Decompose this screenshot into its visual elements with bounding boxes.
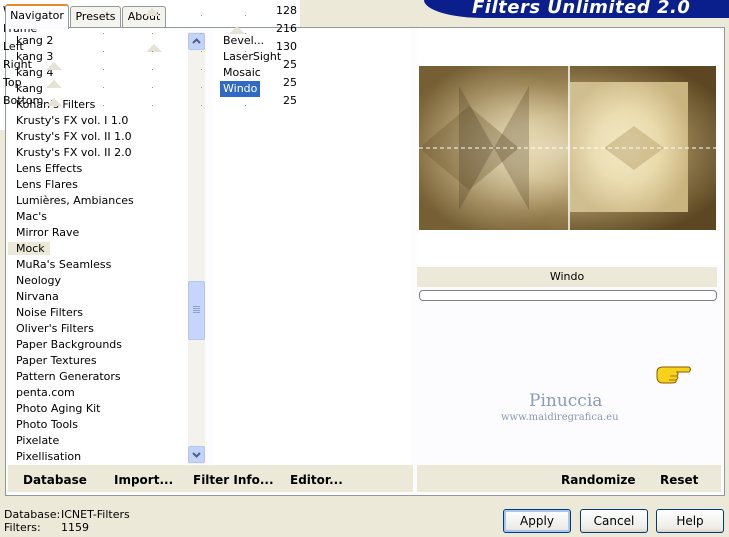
slider-value: 25: [283, 94, 297, 107]
category-label: MuRa's Seamless: [16, 258, 112, 271]
category-label: penta.com: [16, 386, 75, 399]
category-label: Lumières, Ambiances: [16, 194, 134, 207]
category-item[interactable]: Noise Filters: [8, 305, 188, 321]
category-item[interactable]: Mirror Rave: [8, 225, 188, 241]
category-label: Pattern Generators: [16, 370, 121, 383]
category-item[interactable]: Krusty's FX vol. I 1.0: [8, 113, 188, 129]
slider-value: 25: [283, 58, 297, 71]
category-item[interactable]: Lens Effects: [8, 161, 188, 177]
category-item[interactable]: Paper Textures: [8, 353, 188, 369]
category-label: Krusty's FX vol. I 1.0: [16, 114, 129, 127]
category-item[interactable]: Oliver's Filters: [8, 321, 188, 337]
import-button[interactable]: Import...: [114, 473, 173, 487]
slider-thumb[interactable]: [46, 98, 63, 106]
category-label: Krusty's FX vol. II 2.0: [16, 146, 132, 159]
slider-right[interactable]: Right 25: [0, 56, 300, 74]
category-item[interactable]: Pixellisation: [8, 449, 188, 465]
category-item[interactable]: Pattern Generators: [8, 369, 188, 385]
tab-navigator[interactable]: Navigator: [5, 4, 69, 29]
category-label: Pixellisation: [16, 450, 82, 463]
watermark-name: Pinuccia: [529, 391, 603, 411]
reset-button[interactable]: Reset: [660, 473, 698, 487]
slider-label: Top: [3, 76, 22, 89]
category-label: Mirror Rave: [16, 226, 80, 239]
database-button[interactable]: Database: [23, 473, 87, 487]
cancel-button[interactable]: Cancel: [580, 509, 648, 533]
category-item[interactable]: Nirvana: [8, 289, 188, 305]
slider-top[interactable]: Top 25: [0, 74, 300, 92]
filter-info-button[interactable]: Filter Info...: [193, 473, 274, 487]
slider-value: 216: [276, 22, 297, 35]
slider-value: 130: [276, 40, 297, 53]
slider-left[interactable]: Left 130: [0, 38, 300, 56]
category-label: Paper Backgrounds: [16, 338, 123, 351]
slider-label: Bottom: [3, 94, 44, 107]
category-label: Neology: [16, 274, 62, 287]
slider-bottom[interactable]: Bottom 25: [0, 92, 300, 110]
watermark-url: www.maidiregrafica.eu: [501, 412, 619, 423]
category-label: Photo Aging Kit: [16, 402, 101, 415]
category-item[interactable]: Paper Backgrounds: [8, 337, 188, 353]
slider-thumb[interactable]: [46, 80, 63, 88]
status-filters-label: Filters:: [4, 521, 41, 534]
category-item[interactable]: Lumières, Ambiances: [8, 193, 188, 209]
apply-button[interactable]: Apply: [503, 509, 571, 533]
category-label: Mac's: [16, 210, 48, 223]
app-title: Filters Unlimited 2.0: [472, 0, 691, 18]
status-database-value: ICNET-Filters: [61, 508, 130, 521]
preview-panel: [417, 29, 721, 265]
category-label: Lens Effects: [16, 162, 83, 175]
slider-label: Right: [3, 58, 32, 71]
category-item[interactable]: penta.com: [8, 385, 188, 401]
slider-value: 25: [283, 76, 297, 89]
category-item[interactable]: Photo Tools: [8, 417, 188, 433]
category-item[interactable]: Krusty's FX vol. II 2.0: [8, 145, 188, 161]
slider-thumb[interactable]: [229, 26, 246, 34]
category-label: Krusty's FX vol. II 1.0: [16, 130, 132, 143]
scroll-thumb[interactable]: [188, 281, 205, 340]
category-item[interactable]: Lens Flares: [8, 177, 188, 193]
pointing-hand-icon: [656, 366, 691, 384]
category-label: Paper Textures: [16, 354, 97, 367]
preview-image: [419, 66, 716, 230]
category-item[interactable]: Mac's: [8, 209, 188, 225]
category-label: Mock: [8, 242, 50, 255]
scroll-down-button[interactable]: [188, 446, 205, 463]
category-label: Photo Tools: [16, 418, 78, 431]
slider-label: Left: [3, 40, 24, 53]
slider-thumb[interactable]: [46, 62, 63, 70]
category-item[interactable]: MuRa's Seamless: [8, 257, 188, 273]
filter-name-label: Windo: [417, 267, 717, 287]
status-filters-value: 1159: [61, 521, 89, 534]
chevron-down-icon: [192, 452, 201, 458]
progress-bar: [419, 290, 717, 301]
status-database-label: Database:: [4, 508, 61, 521]
randomize-button[interactable]: Randomize: [561, 473, 635, 487]
category-item[interactable]: Krusty's FX vol. II 1.0: [8, 129, 188, 145]
help-button[interactable]: Help: [656, 509, 724, 533]
category-item[interactable]: Mock: [8, 241, 188, 257]
slider-value: 128: [276, 4, 297, 17]
category-label: Lens Flares: [16, 178, 78, 191]
category-item[interactable]: Photo Aging Kit: [8, 401, 188, 417]
slider-thumb[interactable]: [146, 44, 163, 52]
category-item[interactable]: Pixelate: [8, 433, 188, 449]
editor-button[interactable]: Editor...: [290, 473, 343, 487]
category-label: Nirvana: [16, 290, 59, 303]
category-label: Pixelate: [16, 434, 60, 447]
category-item[interactable]: Neology: [8, 273, 188, 289]
category-label: Oliver's Filters: [16, 322, 94, 335]
category-label: Noise Filters: [16, 306, 83, 319]
